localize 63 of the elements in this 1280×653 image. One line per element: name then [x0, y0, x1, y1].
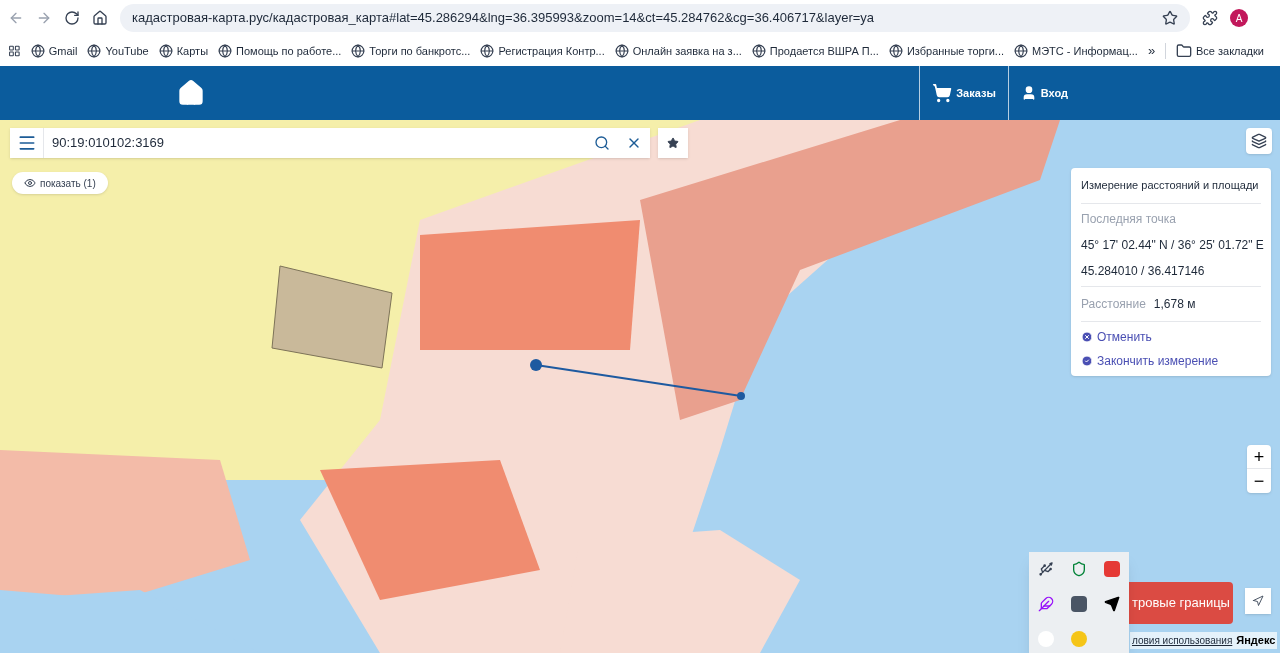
globe-icon: [87, 44, 102, 58]
profile-avatar[interactable]: A: [1230, 9, 1248, 27]
search-icon[interactable]: [594, 135, 610, 151]
bookmark-link[interactable]: Карты: [158, 42, 209, 60]
globe-icon: [480, 44, 495, 58]
last-point-label: Последняя точка: [1081, 210, 1177, 228]
reload-icon[interactable]: [64, 10, 80, 26]
home-icon[interactable]: [177, 79, 205, 107]
more-bookmarks[interactable]: »: [1147, 41, 1156, 61]
panel-title: Измерение расстояний и площади: [1081, 168, 1261, 204]
usb-icon[interactable]: [1037, 561, 1054, 578]
tray-app-icon[interactable]: [1104, 561, 1121, 578]
layers-button[interactable]: [1246, 128, 1272, 154]
distance-label: Расстояние: [1081, 295, 1146, 313]
bookmark-link[interactable]: Онлайн заявка на з...: [614, 42, 742, 60]
cart-icon: [932, 83, 953, 103]
globe-icon: [30, 44, 45, 58]
favorites-button[interactable]: [658, 128, 688, 158]
globe-icon: [218, 44, 233, 58]
bookmark-link[interactable]: Избранные торги...: [888, 42, 1004, 60]
bookmark-link[interactable]: YouTube: [87, 42, 149, 60]
globe-icon: [614, 44, 629, 58]
location-button[interactable]: [1245, 588, 1271, 614]
globe-icon: [888, 44, 903, 58]
tray-app-icon[interactable]: [1071, 596, 1087, 612]
layers-icon: [1251, 133, 1267, 149]
globe-icon: [351, 44, 366, 58]
extensions-icon[interactable]: [1202, 10, 1218, 26]
coordinates-text: 45.284010 / 36.417146: [1081, 262, 1206, 280]
bookmark-link[interactable]: МЭТС - Информац...: [1014, 42, 1138, 60]
bookmark-link[interactable]: Gmail: [30, 42, 78, 60]
bookmark-link[interactable]: Торги по банкротс...: [351, 42, 471, 60]
send-icon[interactable]: [1104, 596, 1121, 612]
globe-icon: [751, 44, 766, 58]
home-icon[interactable]: [92, 10, 108, 26]
star-icon: [667, 137, 679, 149]
bookmark-link[interactable]: Помощь по работе...: [218, 42, 342, 60]
check-icon: [1081, 354, 1093, 367]
terms-link[interactable]: ловия использования: [1132, 632, 1233, 648]
feather-icon[interactable]: [1037, 596, 1054, 612]
globe-icon: [158, 44, 173, 58]
panel-action-link[interactable]: Отменить: [1081, 327, 1261, 346]
search-field[interactable]: 90:19:010102:3169: [44, 133, 586, 153]
zoom-in-button[interactable]: +: [1247, 445, 1271, 469]
show-button[interactable]: показать (1): [12, 172, 108, 194]
folder-icon: [1175, 43, 1192, 59]
cancel-icon: [1081, 330, 1093, 343]
navigation-icon: [1252, 595, 1264, 607]
shield-icon[interactable]: [1071, 561, 1087, 578]
bookmark-link[interactable]: Регистрация Контр...: [480, 42, 605, 60]
eye-icon: [24, 177, 36, 189]
search-bar[interactable]: 90:19:010102:3169: [10, 128, 650, 158]
bookmark-star-icon[interactable]: [1162, 10, 1178, 26]
yandex-logo: Яндекс: [1236, 633, 1276, 648]
globe-icon: [1014, 44, 1028, 58]
bookmark-link[interactable]: Продается ВШРА П...: [751, 42, 879, 60]
panel-action-link[interactable]: Закончить измерение: [1081, 351, 1261, 370]
all-bookmarks-link[interactable]: Все закладки: [1175, 42, 1272, 60]
apps-icon[interactable]: [8, 43, 21, 59]
distance-value: 1,678 м: [1153, 295, 1196, 313]
address-bar[interactable]: кадастровая-карта.рус/кадастровая_карта#lat=45.286294&lng=36.395993&zoom=14&ct=45.284762&cg=36.406717&layer=ya: [120, 4, 1190, 32]
url-text: кадастровая-карта.рус/кадастровая_карта#lat=45.286294&lng=36.395993&zoom=14&ct=45.284762&cg=36.406717&layer=ya: [132, 9, 876, 28]
zoom-out-button[interactable]: −: [1247, 469, 1271, 493]
